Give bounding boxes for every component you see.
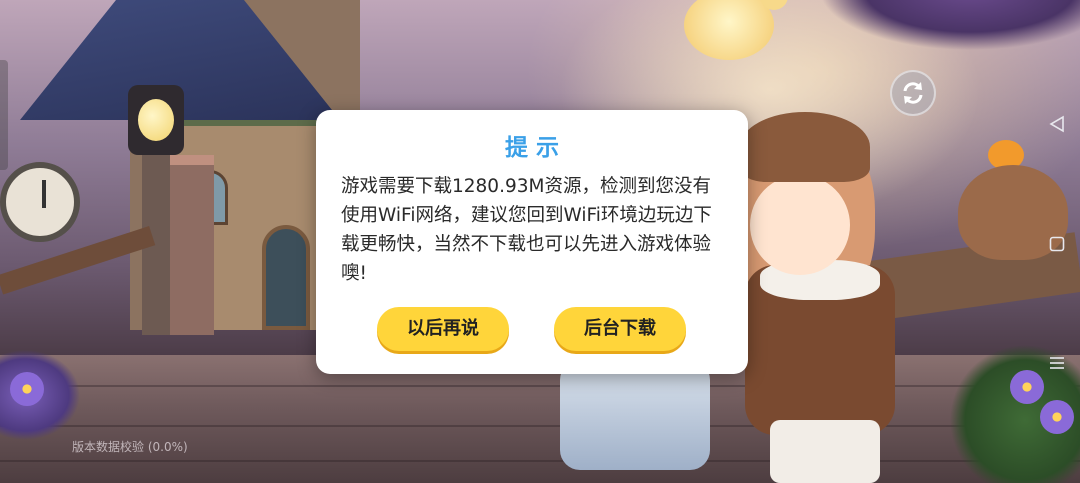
left-edge-handle: [0, 60, 8, 170]
floor-line: [0, 460, 1080, 462]
tiled-floor: [0, 355, 1080, 483]
back-triangle-icon: [1049, 115, 1064, 133]
floor-line: [0, 385, 1080, 387]
dialog-message: 游戏需要下载1280.93M资源，检测到您没有使用WiFi网络，建议您回到WiF…: [341, 176, 712, 284]
character-legs: [560, 360, 710, 470]
refresh-button[interactable]: [890, 70, 936, 116]
nav-menu-button[interactable]: [1046, 352, 1068, 374]
home-square-icon: [1049, 236, 1065, 252]
girl-character-legs: [770, 420, 880, 483]
lamp-bulb: [138, 99, 174, 141]
background-download-button[interactable]: 后台下载: [554, 307, 686, 351]
clock-icon: [0, 162, 80, 242]
version-check-status: 版本数据校验 (0.0%): [72, 440, 188, 454]
system-nav-bar: [1036, 0, 1080, 483]
nav-back-button[interactable]: [1046, 113, 1068, 135]
nav-home-button[interactable]: [1046, 233, 1068, 255]
later-button[interactable]: 以后再说: [377, 307, 509, 351]
floor-line: [0, 425, 1080, 427]
flower-icon: [10, 372, 44, 406]
menu-lines-icon: [1050, 357, 1064, 369]
refresh-icon: [903, 82, 923, 104]
dialog-title: 提示: [505, 135, 567, 161]
download-prompt-dialog: 提示 游戏需要下载1280.93M资源，检测到您没有使用WiFi网络，建议您回到…: [316, 110, 748, 374]
girl-character-hat: [740, 112, 870, 182]
clock-hand: [42, 180, 46, 208]
house-door: [262, 225, 310, 330]
girl-character-face: [750, 175, 850, 275]
